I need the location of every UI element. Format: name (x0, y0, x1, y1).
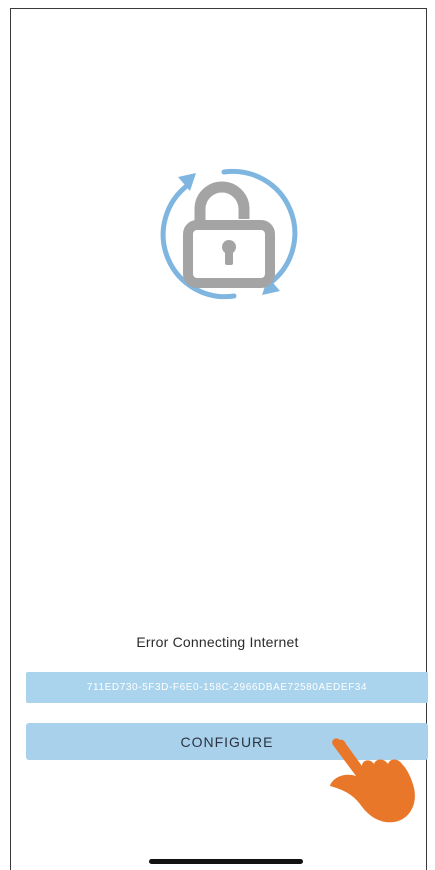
home-indicator[interactable] (149, 859, 303, 864)
unlocked-padlock-sync-icon (160, 168, 298, 300)
hand-pointer-icon (330, 738, 415, 823)
device-id-field: 711ED730-5F3D-F6E0-158C-2966DBAE72580AED… (26, 672, 428, 703)
connection-status-text: Error Connecting Internet (136, 634, 299, 650)
